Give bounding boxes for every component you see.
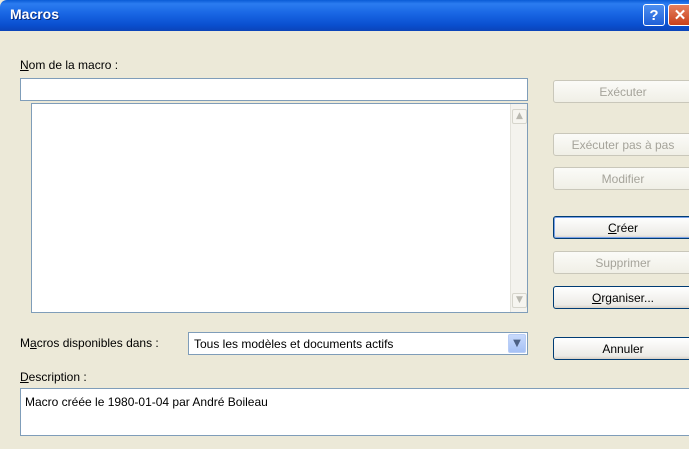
macros-in-dropdown[interactable]: Tous les modèles et documents actifs ▼ <box>188 332 528 355</box>
cancel-button[interactable]: Annuler <box>553 337 689 360</box>
description-label: Description : <box>20 370 87 384</box>
scroll-down-arrow-icon[interactable]: ▼ <box>512 293 527 308</box>
close-icon: ✕ <box>673 7 687 24</box>
chevron-down-icon[interactable]: ▼ <box>508 334 526 353</box>
close-button[interactable]: ✕ <box>668 4 689 26</box>
macro-name-input[interactable] <box>20 78 528 101</box>
step-into-button[interactable]: Exécuter pas à pas <box>553 133 689 156</box>
description-text: Macro créée le 1980-01-04 par André Boil… <box>25 395 268 409</box>
description-box: Macro créée le 1980-01-04 par André Boil… <box>20 388 689 436</box>
help-icon: ? <box>649 6 659 24</box>
delete-button[interactable]: Supprimer <box>553 251 689 274</box>
window-title: Macros <box>10 6 60 22</box>
scroll-up-arrow-icon[interactable]: ▲ <box>512 109 527 124</box>
create-button[interactable]: Créer <box>553 216 689 239</box>
edit-button[interactable]: Modifier <box>553 167 689 190</box>
help-button[interactable]: ? <box>643 4 665 26</box>
macros-in-selected: Tous les modèles et documents actifs <box>194 337 394 351</box>
run-button[interactable]: Exécuter <box>553 80 689 103</box>
organizer-button[interactable]: Organiser... <box>553 286 689 309</box>
macro-name-label: Nom de la macro : <box>20 58 119 72</box>
macro-list[interactable]: ▲ ▼ <box>31 103 528 313</box>
macros-dialog: Macros ? ✕ Nom de la macro : ▲ ▼ Exécute… <box>0 0 689 449</box>
title-bar[interactable]: Macros ? ✕ <box>0 0 689 31</box>
macro-list-scrollbar[interactable]: ▲ ▼ <box>510 104 527 312</box>
macros-in-label: Macros disponibles dans : <box>20 336 159 350</box>
